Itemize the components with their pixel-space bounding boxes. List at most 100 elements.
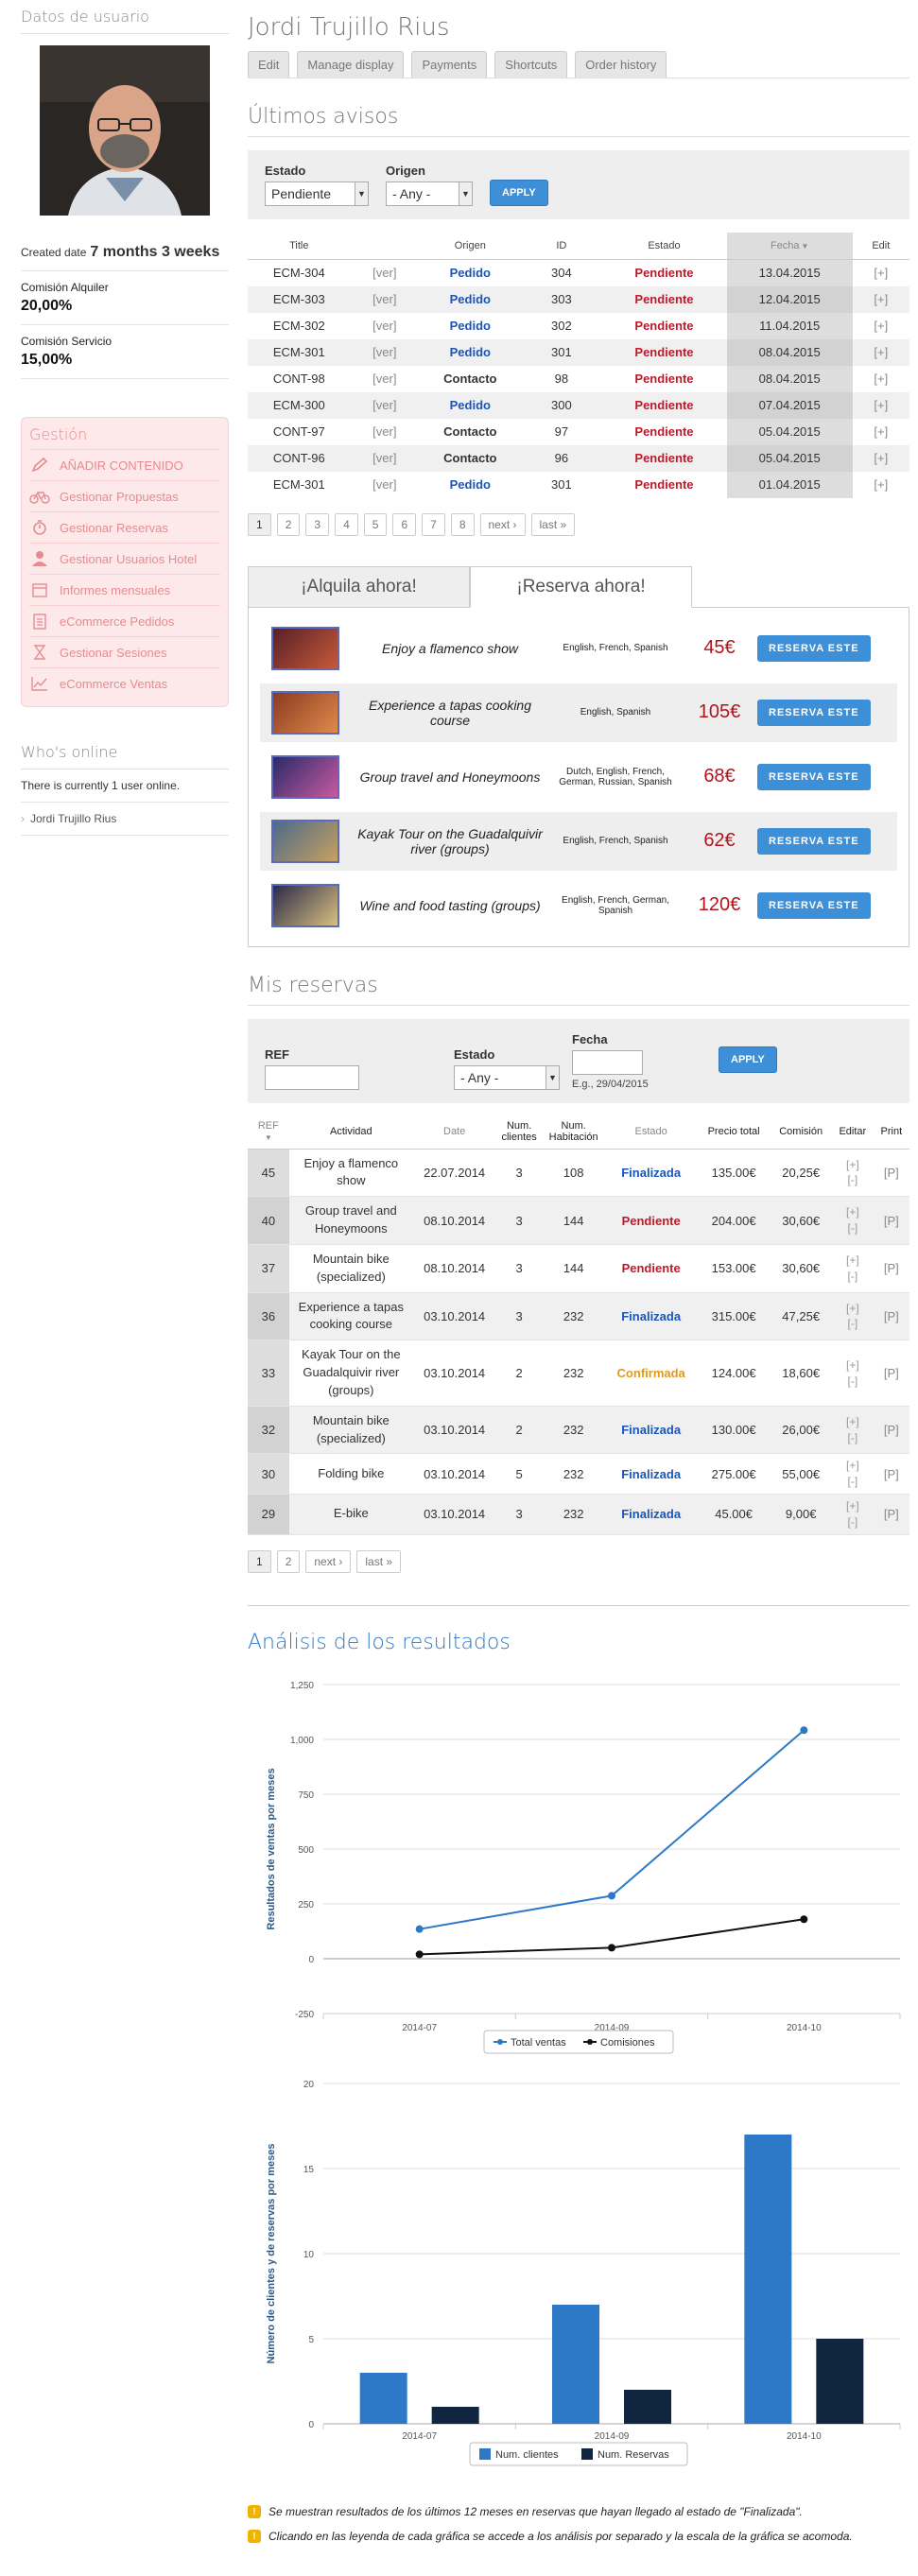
ref-input[interactable] <box>265 1064 359 1090</box>
pager-item[interactable]: 4 <box>335 512 358 536</box>
cell-print[interactable]: [P] <box>873 1453 909 1495</box>
reservas-estado-select[interactable]: - Any - ▼ <box>454 1064 560 1090</box>
cell-editar[interactable]: [+] [-] <box>831 1340 874 1407</box>
pager-item[interactable]: 6 <box>392 512 417 536</box>
activity-thumbnail[interactable] <box>271 754 339 799</box>
col-date[interactable]: Date <box>412 1114 496 1150</box>
reserva-button[interactable]: RESERVA ESTE <box>757 763 871 790</box>
col-num-habitacion[interactable]: Num. Habitación <box>542 1114 605 1150</box>
tab-manage-display[interactable]: Manage display <box>297 51 405 78</box>
fecha-input[interactable] <box>572 1049 643 1075</box>
data-point[interactable] <box>415 1950 424 1959</box>
bar[interactable] <box>552 2304 599 2424</box>
cell-ver[interactable]: [ver] <box>350 391 420 419</box>
data-point[interactable] <box>800 1725 808 1734</box>
cell-ver[interactable]: [ver] <box>351 366 419 392</box>
legend-marker[interactable] <box>587 2038 593 2045</box>
cell-edit[interactable]: [+] <box>852 391 909 419</box>
cell-ver[interactable]: [ver] <box>350 338 420 366</box>
legend-label[interactable]: Comisiones <box>600 2037 655 2049</box>
pager-item[interactable]: 3 <box>305 512 330 536</box>
pager-item[interactable]: next › <box>305 1549 352 1573</box>
menu-gestionar-reservas[interactable]: Gestionar Reservas <box>29 512 220 544</box>
cell-editar[interactable]: [+] [-] <box>831 1494 874 1535</box>
cell-print[interactable]: [P] <box>873 1196 909 1245</box>
cell-print[interactable]: [P] <box>873 1292 909 1341</box>
cell-edit[interactable]: [+] <box>853 366 909 392</box>
activity-thumbnail[interactable] <box>271 626 339 670</box>
cell-edit[interactable]: [+] <box>853 419 909 445</box>
col-origen[interactable]: Origen <box>419 233 522 260</box>
cell-edit[interactable]: [+] <box>853 260 909 286</box>
col-ref[interactable]: REF ▼ <box>248 1114 289 1150</box>
data-point[interactable] <box>608 1892 615 1900</box>
cell-ver[interactable]: [ver] <box>350 285 420 313</box>
cell-ver[interactable]: [ver] <box>351 313 419 339</box>
menu-anadir-contenido[interactable]: AÑADIR CONTENIDO <box>29 450 220 481</box>
cell-print[interactable]: [P] <box>873 1494 909 1535</box>
cell-edit[interactable]: [+] <box>853 313 909 339</box>
col-id[interactable]: ID <box>521 233 602 260</box>
bar[interactable] <box>624 2389 671 2424</box>
tab-order-history[interactable]: Order history <box>575 51 667 78</box>
avisos-apply-button[interactable]: APPLY <box>490 180 548 206</box>
pager-item[interactable]: last » <box>530 512 576 536</box>
tab-edit[interactable]: Edit <box>248 51 290 78</box>
pager-item[interactable]: 8 <box>450 512 475 536</box>
data-point[interactable] <box>608 1944 615 1952</box>
cell-ver[interactable]: [ver] <box>351 472 419 498</box>
menu-informes-mensuales[interactable]: Informes mensuales <box>29 575 220 606</box>
cell-print[interactable]: [P] <box>873 1406 909 1455</box>
data-point[interactable] <box>800 1914 808 1923</box>
cell-ver[interactable]: [ver] <box>351 419 419 445</box>
col-num-clientes[interactable]: Num. clientes <box>495 1114 543 1150</box>
legend-label[interactable]: Num. clientes <box>495 2449 559 2461</box>
col-actividad[interactable]: Actividad <box>288 1114 413 1150</box>
cell-editar[interactable]: [+] [-] <box>831 1196 874 1245</box>
origen-select[interactable]: - Any - ▼ <box>386 182 473 206</box>
cell-editar[interactable]: [+] [-] <box>831 1292 874 1341</box>
tab-payments[interactable]: Payments <box>411 51 488 78</box>
legend-swatch[interactable] <box>581 2447 593 2460</box>
activity-thumbnail[interactable] <box>271 819 339 863</box>
cell-edit[interactable]: [+] <box>852 285 909 313</box>
pager-item[interactable]: 7 <box>422 512 445 536</box>
legend-label[interactable]: Num. Reservas <box>598 2449 669 2461</box>
col-precio-total[interactable]: Precio total <box>697 1114 771 1150</box>
online-user-link[interactable]: › Jordi Trujillo Rius <box>21 803 229 836</box>
data-point[interactable] <box>415 1925 424 1933</box>
reserva-button[interactable]: RESERVA ESTE <box>757 634 871 662</box>
estado-select[interactable]: Pendiente ▼ <box>265 182 369 206</box>
pager-item[interactable]: 1 <box>248 512 271 536</box>
menu-gestionar-propuestas[interactable]: Gestionar Propuestas <box>29 481 220 512</box>
reservas-apply-button[interactable]: APPLY <box>719 1046 777 1073</box>
pager-item[interactable]: 1 <box>248 1549 271 1573</box>
legend-label[interactable]: Total ventas <box>511 2037 566 2049</box>
cell-ver[interactable]: [ver] <box>351 260 419 286</box>
bar[interactable] <box>359 2372 407 2424</box>
cell-edit[interactable]: [+] <box>853 472 909 498</box>
activity-thumbnail[interactable] <box>271 883 339 927</box>
menu-ecommerce-pedidos[interactable]: eCommerce Pedidos <box>29 606 220 637</box>
legend-swatch[interactable] <box>479 2447 491 2460</box>
activity-thumbnail[interactable] <box>271 690 339 735</box>
cell-print[interactable]: [P] <box>873 1149 909 1198</box>
menu-gestionar-sesiones[interactable]: Gestionar Sesiones <box>29 637 220 668</box>
menu-gestionar-usuarios[interactable]: Gestionar Usuarios Hotel <box>29 544 220 575</box>
reserva-button[interactable]: RESERVA ESTE <box>757 827 871 855</box>
bar[interactable] <box>816 2338 864 2424</box>
cell-print[interactable]: [P] <box>873 1244 909 1293</box>
tab-alquila[interactable]: ¡Alquila ahora! <box>248 565 470 608</box>
menu-ecommerce-ventas[interactable]: eCommerce Ventas <box>29 668 220 699</box>
pager-item[interactable]: 5 <box>363 512 388 536</box>
tab-reserva[interactable]: ¡Reserva ahora! <box>470 565 692 608</box>
cell-editar[interactable]: [+] [-] <box>831 1244 874 1293</box>
cell-print[interactable]: [P] <box>873 1340 909 1407</box>
col-estado[interactable]: Estado <box>604 1114 698 1150</box>
cell-editar[interactable]: [+] [-] <box>831 1453 874 1495</box>
cell-edit[interactable]: [+] <box>852 338 909 366</box>
col-fecha[interactable]: Fecha ▼ <box>726 233 853 260</box>
pager-item[interactable]: next › <box>479 512 526 536</box>
reserva-button[interactable]: RESERVA ESTE <box>757 891 871 919</box>
pager-item[interactable]: 2 <box>276 512 301 536</box>
